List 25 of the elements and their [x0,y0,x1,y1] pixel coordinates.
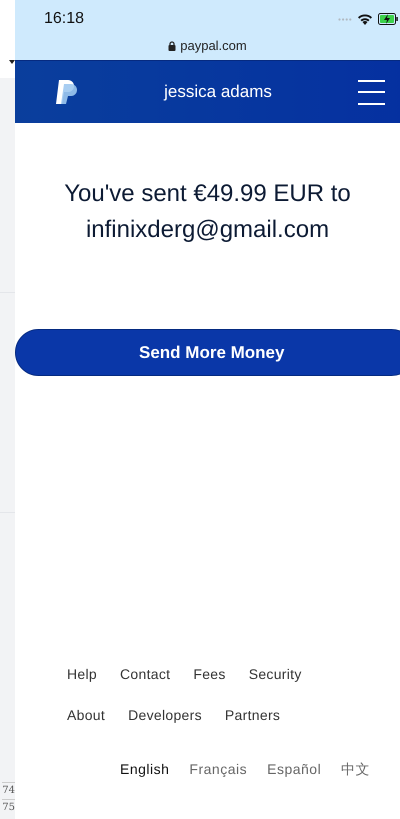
footer-link[interactable]: Security [248,664,302,685]
battery-charging-icon [378,13,398,25]
language-link[interactable]: Français [189,759,248,780]
footer-link[interactable]: Help [67,664,97,685]
footer-link[interactable]: Fees [193,664,226,685]
footer-link[interactable]: Contact [120,664,170,685]
wifi-icon [357,13,373,25]
status-time: 16:18 [44,9,84,29]
user-name: jessica adams [164,81,272,104]
footer-link[interactable]: Partners [224,705,280,726]
footer-link[interactable]: Developers [128,705,202,726]
row-number: 74 [2,782,15,799]
logo-icon[interactable] [56,79,78,105]
row-number: 75 [2,799,15,816]
confirmation-message: You've sent €49.99 EUR to infinixderg@gmail.com [63,179,352,245]
send-more-money-button[interactable]: Send More Money [15,329,400,376]
menu-icon[interactable] [358,78,385,106]
language-link[interactable]: Español [267,759,322,780]
lock-icon [168,40,176,51]
signal-dots-icon [338,18,352,20]
footer-link[interactable]: About [67,705,106,726]
address-url[interactable]: paypal.com [180,36,247,56]
language-link[interactable]: English [120,759,170,780]
dropdown-caret-icon[interactable] [9,60,15,64]
language-link[interactable]: 中文 [341,759,370,780]
